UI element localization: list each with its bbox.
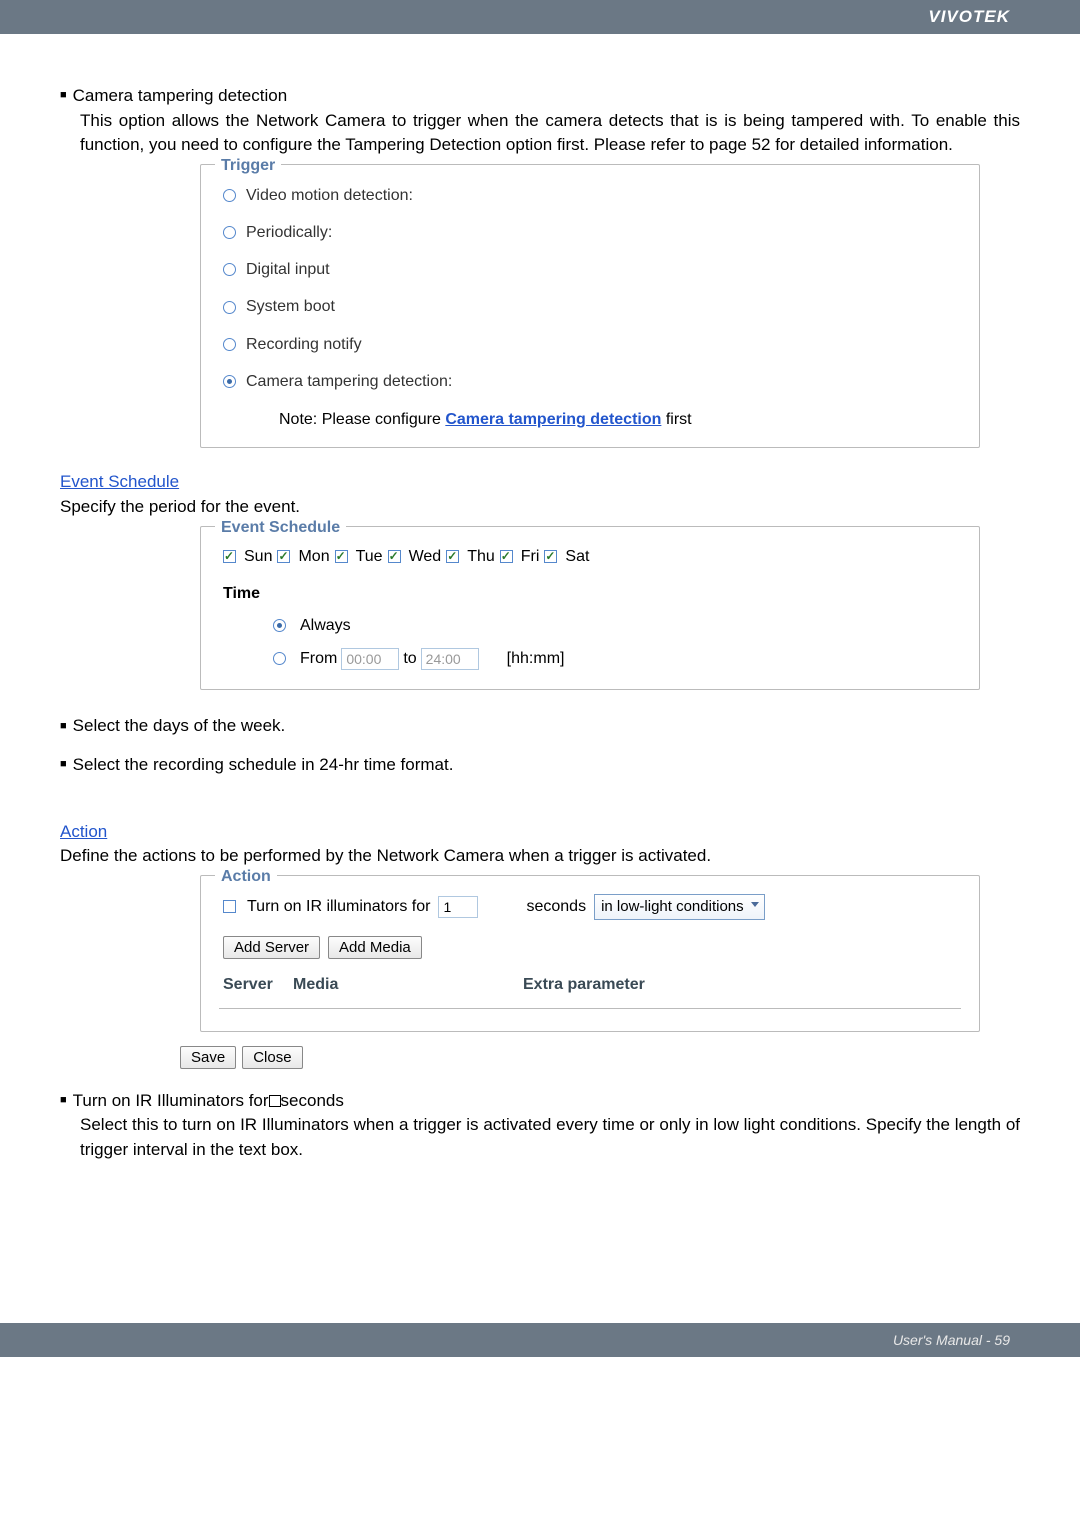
radio-digital-input[interactable]: Digital input xyxy=(219,251,961,288)
illuminator-label: Turn on IR illuminators for xyxy=(247,895,430,918)
hhmm-label: [hh:mm] xyxy=(507,647,565,670)
ir-body: Select this to turn on IR Illuminators w… xyxy=(80,1113,1020,1162)
day-label: Thu xyxy=(467,545,495,568)
action-subtitle: Define the actions to be performed by th… xyxy=(60,844,1020,869)
radio-label: Always xyxy=(300,614,351,637)
col-media: Media xyxy=(293,973,523,996)
time-heading: Time xyxy=(219,578,961,609)
checkbox-illuminator[interactable] xyxy=(223,900,236,913)
action-legend: Action xyxy=(215,865,277,888)
illuminator-condition-dropdown[interactable]: in low-light conditions xyxy=(594,894,765,920)
radio-icon xyxy=(223,338,236,351)
header-bar: VIVOTEK xyxy=(0,0,1080,34)
ir-illuminators-heading: ■ Turn on IR Illuminators for seconds xyxy=(60,1089,1020,1114)
square-bullet-icon: ■ xyxy=(60,88,67,104)
radio-periodically[interactable]: Periodically: xyxy=(219,214,961,251)
from-label: From xyxy=(300,647,337,670)
checkbox-wed[interactable] xyxy=(388,550,401,563)
radio-from[interactable]: From to [hh:mm] xyxy=(219,642,961,675)
ir-title-prefix: Turn on IR Illuminators for xyxy=(73,1089,269,1114)
checkbox-sat[interactable] xyxy=(544,550,557,563)
event-schedule-fieldset: Event Schedule Sun Mon Tue Wed Thu Fri S… xyxy=(200,526,980,691)
bullet-days: ■ Select the days of the week. xyxy=(60,714,1020,739)
bullet-text: Select the days of the week. xyxy=(73,714,286,739)
trigger-fieldset: Trigger Video motion detection: Periodic… xyxy=(200,164,980,448)
radio-icon xyxy=(223,301,236,314)
page-content: ■ Camera tampering detection This option… xyxy=(0,34,1080,1163)
day-label: Wed xyxy=(409,545,442,568)
to-time-input[interactable] xyxy=(421,648,479,670)
illuminator-row: Turn on IR illuminators for seconds in l… xyxy=(219,888,961,930)
radio-icon xyxy=(273,652,286,665)
col-extra: Extra parameter xyxy=(523,973,645,996)
from-time-input[interactable] xyxy=(341,648,399,670)
to-label: to xyxy=(403,647,416,670)
seconds-label: seconds xyxy=(526,895,586,918)
square-bullet-icon: ■ xyxy=(60,719,67,735)
day-label: Mon xyxy=(298,545,329,568)
action-link[interactable]: Action xyxy=(60,820,107,845)
checkbox-fri[interactable] xyxy=(500,550,513,563)
bullet-text: Select the recording schedule in 24-hr t… xyxy=(73,753,454,778)
save-button[interactable]: Save xyxy=(180,1046,236,1069)
trigger-legend: Trigger xyxy=(215,154,281,177)
camera-tampering-heading: ■ Camera tampering detection xyxy=(60,84,1020,109)
radio-label: System boot xyxy=(246,295,335,318)
add-media-button[interactable]: Add Media xyxy=(328,936,422,959)
close-button[interactable]: Close xyxy=(242,1046,302,1069)
radio-icon xyxy=(223,189,236,202)
add-server-button[interactable]: Add Server xyxy=(223,936,320,959)
event-schedule-legend: Event Schedule xyxy=(215,516,346,539)
col-server: Server xyxy=(223,973,293,996)
radio-icon xyxy=(223,226,236,239)
radio-label: Video motion detection: xyxy=(246,184,413,207)
brand-text: VIVOTEK xyxy=(928,7,1010,27)
illuminator-seconds-input[interactable] xyxy=(438,896,478,918)
square-bullet-icon: ■ xyxy=(60,757,67,773)
radio-icon xyxy=(273,619,286,632)
action-fieldset: Action Turn on IR illuminators for secon… xyxy=(200,875,980,1032)
radio-label: Camera tampering detection: xyxy=(246,370,452,393)
radio-always[interactable]: Always xyxy=(219,609,961,642)
radio-system-boot[interactable]: System boot xyxy=(219,288,961,325)
radio-camera-tampering[interactable]: Camera tampering detection: xyxy=(219,363,961,400)
radio-icon xyxy=(223,263,236,276)
trigger-note: Note: Please configure Camera tampering … xyxy=(219,400,961,433)
event-schedule-subtitle: Specify the period for the event. xyxy=(60,495,1020,520)
radio-recording-notify[interactable]: Recording notify xyxy=(219,326,961,363)
event-schedule-link[interactable]: Event Schedule xyxy=(60,470,179,495)
radio-icon xyxy=(223,375,236,388)
radio-video-motion[interactable]: Video motion detection: xyxy=(219,177,961,214)
bullet-schedule: ■ Select the recording schedule in 24-hr… xyxy=(60,753,1020,778)
save-close-row: Save Close xyxy=(180,1046,1020,1069)
divider xyxy=(219,1008,961,1009)
day-label: Fri xyxy=(521,545,540,568)
checkbox-mon[interactable] xyxy=(277,550,290,563)
note-suffix: first xyxy=(661,411,691,428)
radio-label: Recording notify xyxy=(246,333,362,356)
note-prefix: Note: Please configure xyxy=(279,411,445,428)
camera-tampering-link[interactable]: Camera tampering detection xyxy=(445,411,661,428)
checkbox-placeholder-icon xyxy=(269,1095,281,1107)
checkbox-tue[interactable] xyxy=(335,550,348,563)
day-label: Sun xyxy=(244,545,272,568)
footer-bar: User's Manual - 59 xyxy=(0,1323,1080,1357)
radio-label: Periodically: xyxy=(246,221,332,244)
square-bullet-icon: ■ xyxy=(60,1093,67,1109)
ir-title-suffix: seconds xyxy=(281,1089,344,1114)
camera-tampering-title: Camera tampering detection xyxy=(73,84,288,109)
action-table-header: Server Media Extra parameter xyxy=(219,969,961,1000)
days-row: Sun Mon Tue Wed Thu Fri Sat xyxy=(219,539,961,578)
checkbox-sun[interactable] xyxy=(223,550,236,563)
camera-tampering-body: This option allows the Network Camera to… xyxy=(80,109,1020,158)
server-buttons-row: Add Server Add Media xyxy=(219,930,961,969)
checkbox-thu[interactable] xyxy=(446,550,459,563)
radio-label: Digital input xyxy=(246,258,330,281)
day-label: Tue xyxy=(356,545,383,568)
footer-text: User's Manual - 59 xyxy=(893,1332,1010,1348)
day-label: Sat xyxy=(565,545,589,568)
